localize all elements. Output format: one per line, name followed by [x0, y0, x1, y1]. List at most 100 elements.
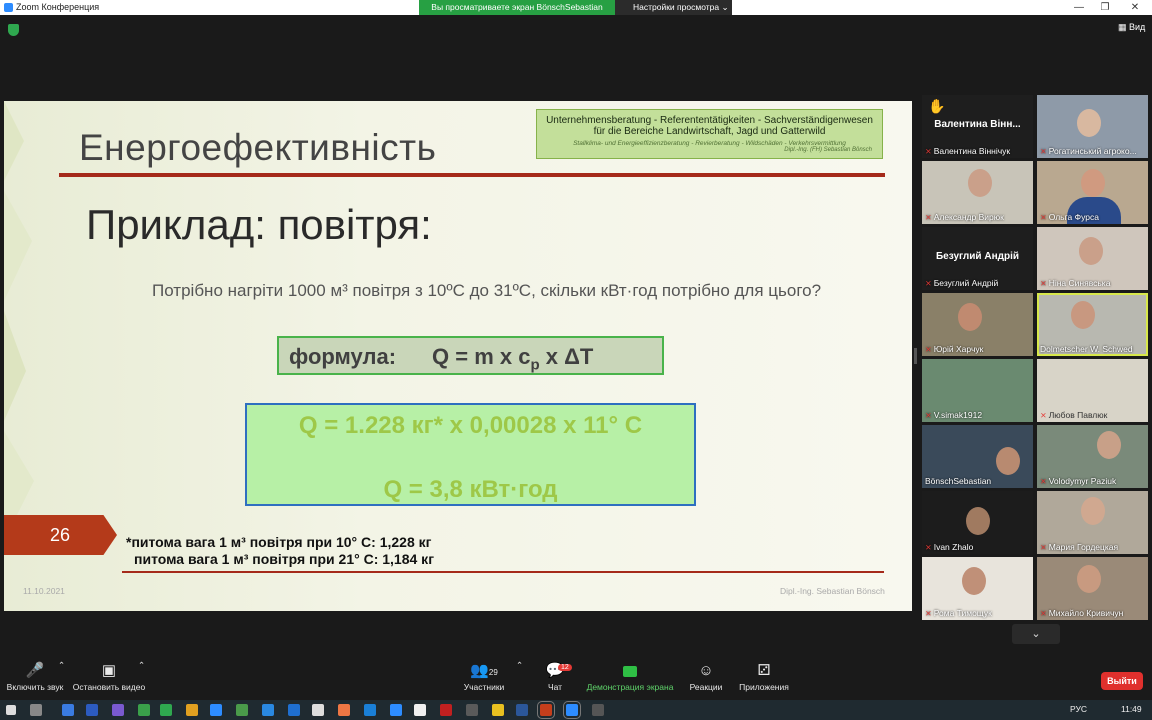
participant-name-text: Александр Вирюк	[933, 212, 1004, 222]
participant-name-text: Любов Павлюк	[1048, 410, 1108, 420]
participant-tile[interactable]: ⨯ Volodymyr Paziuk	[1037, 425, 1148, 488]
taskbar-app-icon[interactable]	[414, 704, 426, 716]
skype-icon[interactable]	[262, 704, 274, 716]
muted-mic-icon: ⨯	[925, 609, 932, 618]
muted-mic-icon: 🎤	[25, 662, 45, 679]
chrome-icon[interactable]	[312, 704, 324, 716]
participant-name: ⨯ Александр Вирюк	[925, 212, 1004, 222]
apps-button[interactable]: ⚂ Приложения	[736, 660, 792, 692]
taskbar-app-icon[interactable]	[592, 704, 604, 716]
search-icon[interactable]	[30, 704, 42, 716]
language-indicator[interactable]: РУС	[1070, 704, 1087, 714]
participant-name-text: Рогатинський агроко...	[1048, 146, 1137, 156]
muted-mic-icon: ⨯	[925, 279, 932, 288]
taskbar-app-icon[interactable]	[236, 704, 248, 716]
participant-display-name: Валентина Вінн...	[934, 119, 1021, 130]
participant-name-text: Валентина Віннічук	[933, 146, 1011, 156]
audio-options-caret[interactable]: ⌃	[58, 660, 65, 671]
clock[interactable]: 11:49	[1121, 704, 1142, 714]
participant-tile[interactable]: ⨯ Михайло Кривичун	[1037, 557, 1148, 620]
taskbar-app-icon[interactable]	[466, 704, 478, 716]
bottom-divider	[122, 571, 884, 573]
participants-icon: 👥29	[470, 662, 498, 679]
participant-name: ⨯ Ivan Zhalo	[925, 542, 973, 552]
telegram-icon[interactable]	[364, 704, 376, 716]
participant-tile[interactable]: ⨯ Любов Павлюк	[1037, 359, 1148, 422]
mute-button[interactable]: 🎤 Включить звук	[4, 660, 66, 692]
muted-mic-icon: ⨯	[925, 147, 932, 156]
gallery-scroll-down-button[interactable]: ⌄	[1012, 624, 1060, 644]
participants-button[interactable]: 👥29 Участники	[460, 660, 508, 692]
logo-line-2: für die Bereiche Landwirtschaft, Jagd un…	[593, 126, 826, 137]
maximize-button[interactable]: ❐	[1092, 0, 1118, 15]
muted-mic-icon: ⨯	[925, 411, 932, 420]
taskbar-app-icon[interactable]	[440, 704, 452, 716]
share-screen-button[interactable]: Демонстрация экрана	[584, 660, 676, 692]
participant-tile[interactable]: Безуглий Андрій ⨯ Безуглий Андрій	[922, 227, 1033, 290]
participant-tile[interactable]: ⨯ Ніна Синявська	[1037, 227, 1148, 290]
file-explorer-icon[interactable]	[186, 704, 198, 716]
share-screen-label: Демонстрация экрана	[586, 682, 674, 692]
taskbar-app-icon[interactable]	[86, 704, 98, 716]
participant-name: ⨯ Volodymyr Paziuk	[1040, 476, 1116, 486]
shared-slide: Енергоефективність Unternehmensberatung …	[4, 101, 912, 611]
participant-tile[interactable]: ⨯ Рогатинський агроко...	[1037, 95, 1148, 158]
muted-mic-icon: ⨯	[1040, 477, 1047, 486]
participants-count: 29	[488, 668, 498, 677]
participant-name: Dolmetscher W. Schwed	[1040, 344, 1133, 354]
taskbar-app-icon[interactable]	[492, 704, 504, 716]
participant-tile[interactable]: ⨯ Ольга Фурса	[1037, 161, 1148, 224]
participant-name: ⨯ Рома Тимощук	[925, 608, 992, 618]
participants-options-caret[interactable]: ⌃	[516, 660, 523, 671]
slide-question: Потрібно нагріти 1000 м³ повітря з 10ºС …	[152, 281, 822, 300]
screen-share-banner: Вы просматриваете экран BönschSebastian	[419, 0, 615, 15]
participant-name: ⨯ Ніна Синявська	[1040, 278, 1110, 288]
participant-tile[interactable]: ⨯ Рома Тимощук	[922, 557, 1033, 620]
raised-hand-icon: ✋	[928, 98, 946, 114]
participant-tile[interactable]: ⨯ Мария Гордецкая	[1037, 491, 1148, 554]
participant-name: ⨯ Ольга Фурса	[1040, 212, 1099, 222]
view-button[interactable]: ▦ Вид	[1118, 22, 1145, 33]
participant-tile-active-speaker[interactable]: Dolmetscher W. Schwed	[1037, 293, 1148, 356]
participant-tile[interactable]: ✋ Валентина Вінн... ⨯ Валентина Віннічук	[922, 95, 1033, 158]
taskbar-app-icon[interactable]	[210, 704, 222, 716]
participant-name-text: Мария Гордецкая	[1048, 542, 1119, 552]
participant-name: ⨯ Мария Гордецкая	[1040, 542, 1118, 552]
participant-name: BönschSebastian	[925, 476, 991, 486]
taskbar-app-icon[interactable]	[62, 704, 74, 716]
powerpoint-icon[interactable]	[537, 701, 555, 719]
stop-video-button[interactable]: ▣ Остановить видео	[72, 660, 146, 692]
muted-mic-icon: ⨯	[1040, 609, 1047, 618]
participant-name-text: Ніна Синявська	[1048, 278, 1111, 288]
close-button[interactable]: ✕	[1122, 0, 1148, 15]
taskbar-app-icon[interactable]	[160, 704, 172, 716]
taskbar-app-icon[interactable]	[138, 704, 150, 716]
zoom-icon[interactable]	[390, 704, 402, 716]
participant-tile[interactable]: ⨯ Ivan Zhalo	[922, 491, 1033, 554]
reactions-button[interactable]: ☺ Реакции	[686, 660, 726, 692]
muted-mic-icon: ⨯	[925, 543, 932, 552]
participant-tile[interactable]: ⨯ Александр Вирюк	[922, 161, 1033, 224]
participant-name-text: Ivan Zhalo	[933, 542, 974, 552]
participant-tile[interactable]: ⨯ Юрій Харчук	[922, 293, 1033, 356]
splitter-handle[interactable]	[914, 348, 917, 364]
participant-video	[1097, 431, 1121, 459]
security-shield-icon[interactable]	[8, 24, 19, 36]
taskbar-app-icon[interactable]	[288, 704, 300, 716]
viber-icon[interactable]	[112, 704, 124, 716]
video-options-caret[interactable]: ⌃	[138, 660, 145, 671]
leave-button[interactable]: Выйти	[1101, 672, 1143, 690]
windows-start-icon[interactable]	[6, 705, 16, 715]
slide-title: Енергоефективність	[79, 127, 437, 168]
minimize-button[interactable]: —	[1066, 0, 1092, 15]
participant-video	[966, 507, 990, 535]
participant-tile[interactable]: ⨯ V.simak1912	[922, 359, 1033, 422]
muted-mic-icon: ⨯	[1040, 411, 1047, 420]
taskbar-app-icon[interactable]	[338, 704, 350, 716]
view-options-menu[interactable]: Настройки просмотра ⌄	[615, 0, 732, 15]
participant-name-text: Юрій Харчук	[933, 344, 984, 354]
muted-mic-icon: ⨯	[1040, 147, 1047, 156]
zoom-active-icon[interactable]	[563, 701, 581, 719]
word-icon[interactable]	[516, 704, 528, 716]
participant-tile[interactable]: BönschSebastian	[922, 425, 1033, 488]
